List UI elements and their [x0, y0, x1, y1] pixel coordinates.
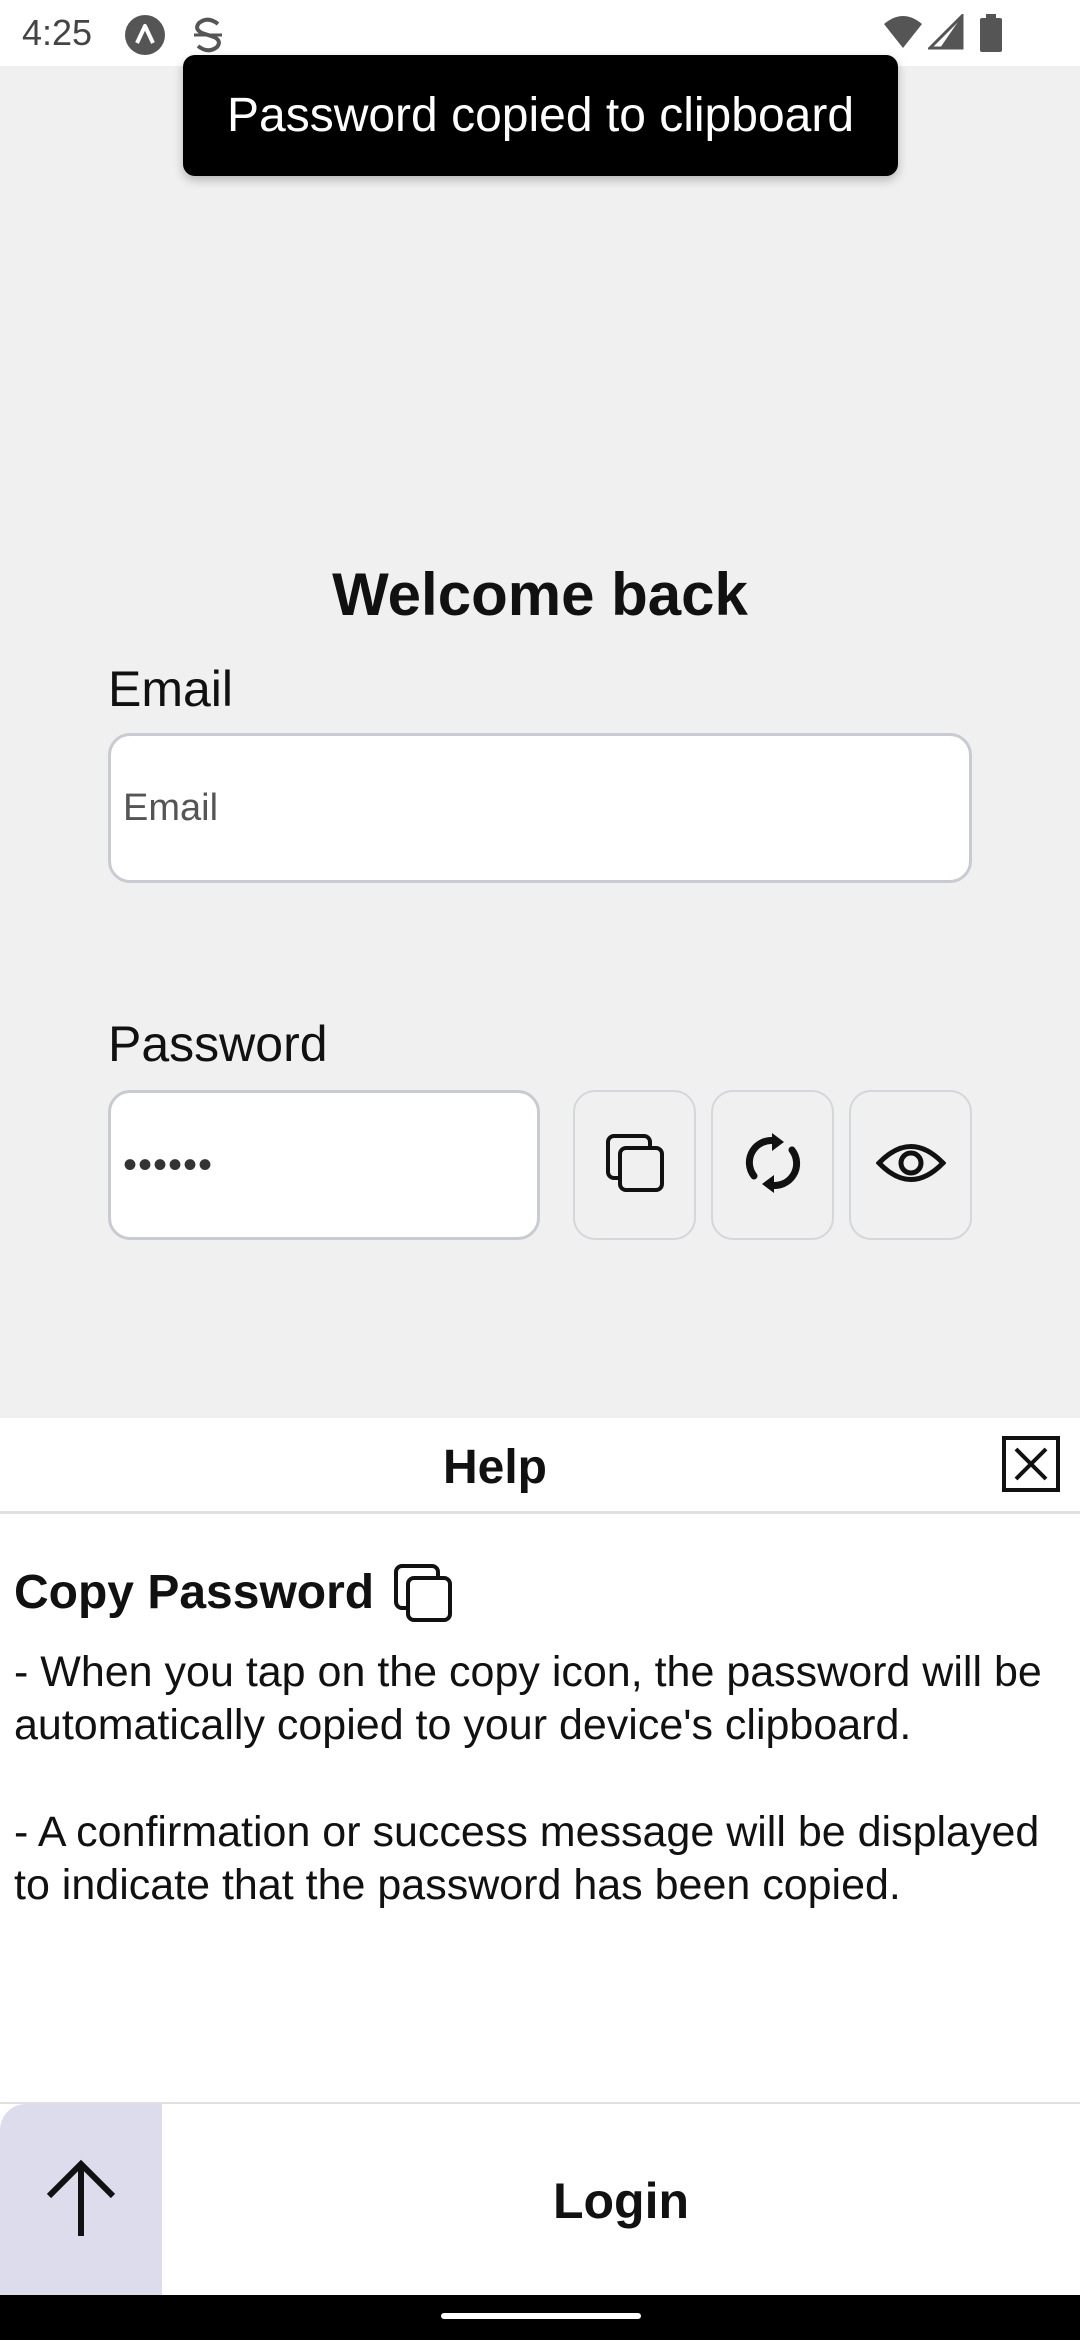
regenerate-password-button[interactable]: [711, 1090, 834, 1240]
copy-icon: [392, 1562, 454, 1629]
app-a-icon: [124, 14, 166, 61]
home-gesture-handle[interactable]: [441, 2313, 641, 2319]
close-help-button[interactable]: [1002, 1435, 1060, 1497]
help-paragraph-copy: - When you tap on the copy icon, the pas…: [14, 1648, 1042, 1749]
battery-icon: [980, 14, 1002, 57]
help-paragraph-confirmation: - A confirmation or success message will…: [14, 1808, 1040, 1909]
password-label: Password: [108, 1016, 328, 1072]
wifi-icon: [882, 14, 924, 57]
login-button[interactable]: Login: [162, 2104, 1080, 2297]
toggle-password-visibility-button[interactable]: [849, 1090, 972, 1240]
navigation-bar: [0, 2295, 1080, 2340]
toast-message: Password copied to clipboard: [183, 55, 898, 176]
password-value: ••••••: [123, 1142, 214, 1187]
signal-icon: [926, 12, 964, 55]
copy-password-button[interactable]: [573, 1090, 696, 1240]
help-title: Help: [442, 1441, 547, 1494]
sync-s-icon: [190, 14, 226, 61]
page-title: Welcome back: [332, 561, 748, 628]
refresh-icon: [742, 1132, 804, 1199]
scroll-up-button[interactable]: [0, 2104, 162, 2297]
arrow-up-icon: [44, 2158, 118, 2243]
help-header: Help: [0, 1418, 1080, 1514]
bottom-action-bar: Login: [0, 2102, 1080, 2297]
help-section-title: Copy Password: [14, 1566, 375, 1619]
eye-icon: [875, 1138, 946, 1193]
password-field[interactable]: ••••••: [108, 1090, 540, 1240]
status-time: 4:25: [22, 12, 93, 53]
email-field[interactable]: [108, 733, 972, 883]
help-sheet: Help Copy Password - When you tap on the…: [0, 1418, 1080, 2103]
copy-icon: [604, 1132, 666, 1199]
email-label: Email: [108, 661, 234, 717]
close-icon: [1002, 1435, 1060, 1497]
